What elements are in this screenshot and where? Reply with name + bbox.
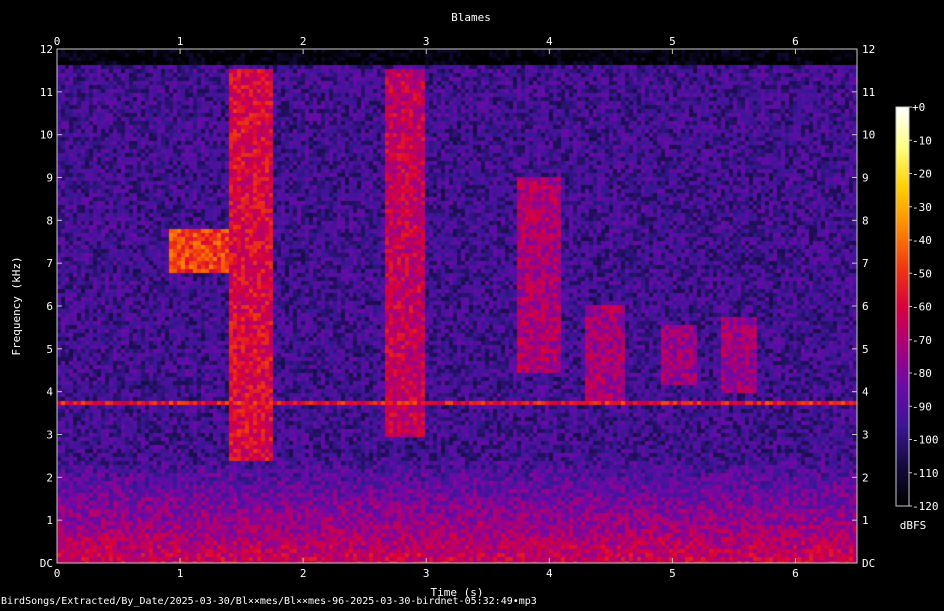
colorbar-tick-label: -60 [912,301,932,314]
y-tick-label: DC [862,557,875,570]
x-tick-label: 3 [423,567,430,580]
x-tick-label: 0 [54,35,61,48]
colorbar-tick-label: -30 [912,201,932,214]
y-tick-label: 4 [46,386,53,399]
colorbar-tick-label: -70 [912,334,932,347]
y-tick-label: 9 [862,172,869,185]
spectrogram-plot [57,49,857,563]
colorbar-tick-label: -20 [912,168,932,181]
y-tick-label: 10 [40,129,53,142]
colorbar: +0 -10 -20 -30 -40 -50 -60 -70 -80 -90 -100 -110 -12… [895,101,939,513]
y-tick-label: 3 [862,429,869,442]
x-tick-label: 4 [546,35,553,48]
y-tick-label: 1 [46,514,53,527]
x-tick-label: 5 [669,35,676,48]
y-axis-label: Frequency (kHz) [10,256,23,355]
y-tick-label: 12 [862,43,875,56]
colorbar-tick-label: -110 [912,467,939,480]
file-path-caption: BirdSongs/Extracted/By_Date/2025-03-30/B… [1,596,537,607]
y-tick-label: 2 [862,471,869,484]
y-tick-label: 7 [862,257,869,270]
colorbar-tick-label: -80 [912,367,932,380]
y-tick-label: 6 [862,300,869,313]
colorbar-tick-label: +0 [912,101,925,114]
y-tick-label: 1 [862,514,869,527]
y-tick-label: 8 [862,214,869,227]
chart-title: Blames [451,11,491,24]
colorbar-gradient [895,106,910,507]
y-tick-label: 6 [46,300,53,313]
y-tick-label: 9 [46,172,53,185]
x-tick-label: 1 [177,567,184,580]
y-tick-label: 4 [862,386,869,399]
colorbar-tick-label: -50 [912,267,932,280]
y-tick-label: 10 [862,129,875,142]
y-tick-label: 5 [46,343,53,356]
y-tick-label: 7 [46,257,53,270]
x-tick-label: 0 [54,567,61,580]
colorbar-tick-label: -100 [912,434,939,447]
colorbar-tick-label: -120 [912,500,939,513]
x-tick-label: 2 [300,35,307,48]
y-tick-label: 8 [46,214,53,227]
y-tick-label: 5 [862,343,869,356]
colorbar-unit-label: dBFS [900,519,927,532]
spectrogram-image [57,49,857,563]
y-tick-label: 3 [46,429,53,442]
y-tick-label: 2 [46,471,53,484]
colorbar-tick-label: -90 [912,400,932,413]
x-tick-label: 3 [423,35,430,48]
spectrogram-chart: Blames 00112233445566DC DC1 12 23 34 45 56 67 78… [10,11,939,599]
y-tick-label: DC [40,557,53,570]
x-tick-label: 6 [792,567,799,580]
colorbar-tick-label: -10 [912,134,932,147]
x-tick-label: 6 [792,35,799,48]
colorbar-tick-label: -40 [912,234,932,247]
x-tick-label: 1 [177,35,184,48]
x-tick-label: 5 [669,567,676,580]
y-tick-label: 11 [40,86,53,99]
y-tick-label: 12 [40,43,53,56]
x-tick-label: 4 [546,567,553,580]
y-tick-label: 11 [862,86,875,99]
x-tick-label: 2 [300,567,307,580]
